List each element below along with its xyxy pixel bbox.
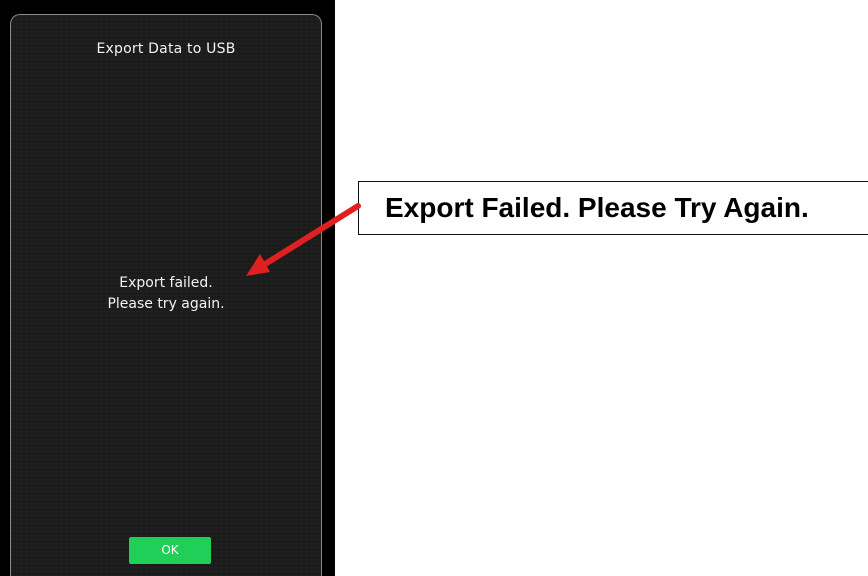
export-dialog: Export Data to USB Export failed. Please… [10, 14, 322, 576]
ok-button[interactable]: OK [129, 537, 211, 564]
callout-label: Export Failed. Please Try Again. [358, 181, 868, 235]
error-message: Export failed. Please try again. [11, 273, 321, 315]
dialog-title: Export Data to USB [96, 41, 236, 57]
device-screen-frame: Export Data to USB Export failed. Please… [0, 0, 335, 576]
error-message-line-2: Please try again. [107, 296, 225, 312]
page: Export Data to USB Export failed. Please… [0, 0, 868, 576]
error-message-line-1: Export failed. [119, 275, 213, 291]
